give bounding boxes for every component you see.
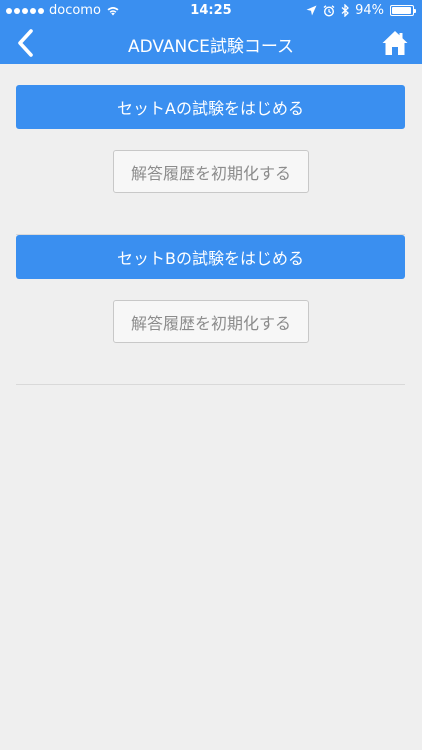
home-button[interactable] <box>378 25 412 61</box>
chevron-left-icon <box>18 29 33 57</box>
set-b-section: セットBの試験をはじめる 解答履歴を初期化する <box>16 235 405 385</box>
home-icon <box>382 31 408 55</box>
back-button[interactable] <box>8 24 42 62</box>
page-title: ADVANCE試験コース <box>127 37 295 57</box>
battery-fill <box>392 7 411 14</box>
set-a-section: セットAの試験をはじめる 解答履歴を初期化する <box>16 85 405 235</box>
main-content: セットAの試験をはじめる 解答履歴を初期化する セットBの試験をはじめる 解答履… <box>16 85 405 385</box>
start-set-a-button[interactable]: セットAの試験をはじめる <box>16 85 405 129</box>
status-right: 94% <box>306 3 416 18</box>
nav-bar: ADVANCE試験コース <box>0 22 422 64</box>
start-set-b-button[interactable]: セットBの試験をはじめる <box>16 235 405 279</box>
bluetooth-icon <box>341 4 350 17</box>
reset-set-a-button[interactable]: 解答履歴を初期化する <box>113 150 309 193</box>
location-arrow-icon <box>306 5 317 16</box>
status-bar: docomo 14:25 94% <box>0 0 422 22</box>
header: docomo 14:25 94% ADVANCE試験コース <box>0 0 422 64</box>
alarm-icon <box>323 4 335 17</box>
battery-icon <box>390 5 416 16</box>
reset-set-b-button[interactable]: 解答履歴を初期化する <box>113 300 309 343</box>
battery-percent: 94% <box>355 3 384 18</box>
